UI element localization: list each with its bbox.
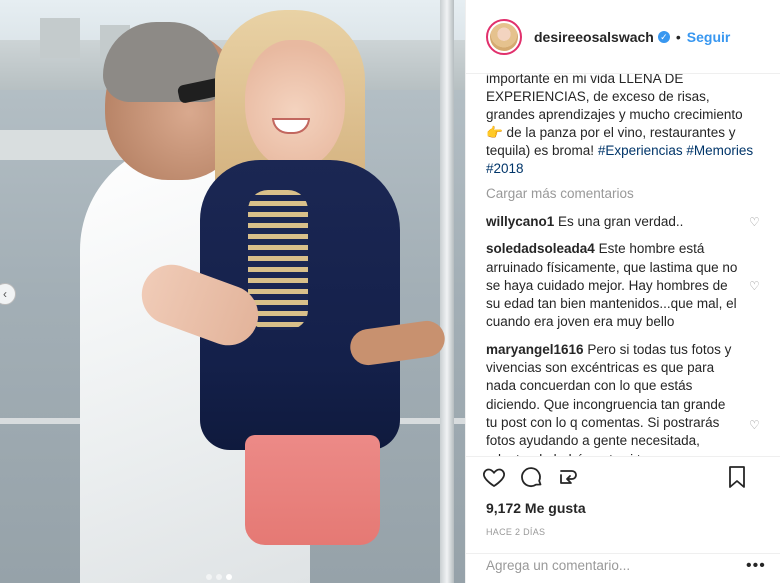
post-header: desireeosalswach ✓ • Seguir [466,0,780,74]
photo-shorts [245,435,380,545]
load-more-comments[interactable]: Cargar más comentarios [486,186,759,204]
post-photo[interactable]: ‹ [0,0,465,583]
post-actions: 9,172 Me gusta HACE 2 DÍAS [466,456,780,537]
header-separator: • [675,28,681,45]
more-options-button[interactable]: ••• [746,557,766,575]
username[interactable]: desireeosalswach [534,29,654,45]
comment-text: Es una gran verdad.. [558,214,684,229]
likes-count[interactable]: 9,172 Me gusta [466,500,780,516]
bookmark-icon[interactable] [725,465,749,489]
comment-item: soledadsoleada4 Este hombre está arruina… [486,240,761,331]
comment-item: maryangel1616 Pero si todas tus fotos y … [486,341,761,456]
carousel-dots [206,574,232,580]
action-icons [466,457,780,497]
heart-icon[interactable] [482,465,506,489]
comments-list[interactable]: importante en mi vida LLENA DE EXPERIENC… [466,74,780,456]
verified-badge-icon: ✓ [657,30,670,43]
avatar[interactable] [486,18,522,55]
comment-icon[interactable] [520,465,544,489]
post-dialog: ‹ desireeosalswach ✓ • Seguir importante… [0,0,780,583]
carousel-dot [206,574,212,580]
comment-item: willycano1 Es una gran verdad.. ♡ [486,213,761,231]
photo-boat-pole [440,0,454,583]
heart-icon[interactable]: ♡ [749,280,761,292]
carousel-dot [216,574,222,580]
avatar-image [490,22,518,51]
comment-username[interactable]: maryangel1616 [486,342,584,357]
photo-building [40,18,80,58]
heart-icon[interactable]: ♡ [749,216,761,228]
carousel-dot-active [226,574,232,580]
caption: importante en mi vida LLENA DE EXPERIENC… [486,74,759,178]
post-date: HACE 2 DÍAS [486,527,546,537]
heart-icon[interactable]: ♡ [749,419,761,431]
post-side-panel: desireeosalswach ✓ • Seguir importante e… [465,0,780,583]
photo-woman-face [245,40,345,170]
add-comment-input[interactable] [486,558,736,573]
comment-username[interactable]: soledadsoleada4 [486,241,595,256]
share-icon[interactable] [558,465,582,489]
comment-text: Pero si todas tus fotos y vivencias son … [486,341,732,456]
follow-button[interactable]: Seguir [687,29,731,45]
comment-username[interactable]: willycano1 [486,214,554,229]
